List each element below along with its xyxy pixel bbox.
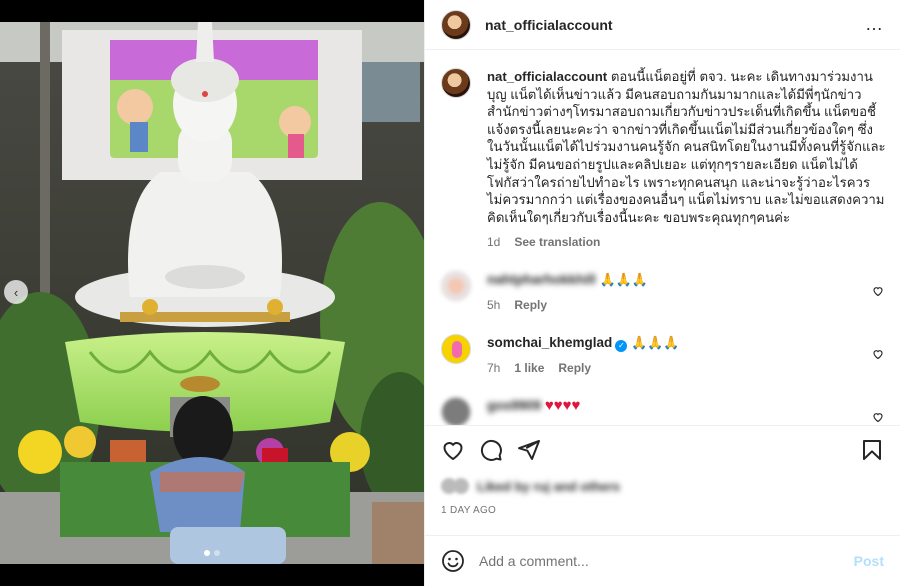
carousel-dot — [214, 550, 220, 556]
post-header: nat_officialaccount … — [425, 0, 900, 50]
comment-like-heart-icon[interactable] — [872, 411, 884, 423]
post-actions: Liked by ruj and others 1 DAY AGO — [425, 425, 900, 516]
commenter-avatar[interactable] — [441, 397, 471, 425]
author-avatar[interactable] — [441, 9, 471, 40]
comment-icon[interactable] — [479, 438, 503, 462]
comments-scroll-area[interactable]: nat_officialaccount ตอนนี้แน็ตอยู่ที่ ตจ… — [425, 50, 900, 425]
more-options-icon[interactable]: … — [865, 14, 884, 35]
add-comment-bar: Post — [425, 535, 900, 586]
caption-meta: 1d See translation — [487, 235, 887, 249]
post-photo-panel: ‹ — [0, 0, 424, 586]
carousel-dot-active — [204, 550, 210, 556]
like-heart-icon[interactable] — [441, 438, 465, 462]
comment-text: 🙏🙏🙏 — [631, 335, 680, 351]
comment-username[interactable]: somchai_khemglad — [487, 335, 612, 350]
caption-text: ตอนนี้แน็ตอยู่ที่ ตจว. นะคะ เดินทางมาร่ว… — [487, 69, 886, 225]
carousel-dots — [0, 550, 424, 556]
comment-like-heart-icon[interactable] — [872, 285, 884, 297]
action-icons-row — [441, 436, 884, 464]
comment-likes-count[interactable]: 1 like — [514, 361, 544, 375]
caption-username[interactable]: nat_officialaccount — [487, 69, 607, 84]
comment-time[interactable]: 5h — [487, 298, 500, 312]
author-username[interactable]: nat_officialaccount — [485, 17, 613, 33]
post-image[interactable] — [0, 22, 424, 564]
post-comment-button[interactable]: Post — [854, 553, 884, 569]
liker-avatar — [453, 478, 469, 494]
comment-item: somchai_khemglad ✓ 🙏🙏🙏 7h 1 like Reply — [441, 334, 884, 375]
instagram-post-modal: ‹ nat_officialaccount … nat_officialacco… — [0, 0, 900, 586]
reply-link[interactable]: Reply — [558, 361, 591, 375]
verified-badge-icon: ✓ — [615, 340, 628, 353]
comment-text-block: nahtpharhokkhill 🙏🙏🙏 — [487, 271, 847, 289]
caption-avatar[interactable] — [441, 68, 471, 98]
see-translation-link[interactable]: See translation — [514, 235, 600, 249]
commenter-avatar[interactable] — [441, 271, 471, 302]
comment-text-block: gos9909 ♥♥♥♥ — [487, 397, 847, 415]
reply-link[interactable]: Reply — [514, 298, 547, 312]
comment-like-heart-icon[interactable] — [872, 348, 884, 360]
post-timestamp[interactable]: 1 DAY AGO — [441, 505, 884, 516]
likes-text[interactable]: Liked by ruj and others — [477, 479, 620, 494]
caption: nat_officialaccount ตอนนี้แน็ตอยู่ที่ ตจ… — [441, 68, 887, 249]
likes-summary[interactable]: Liked by ruj and others — [441, 478, 884, 494]
bookmark-icon[interactable] — [860, 438, 884, 462]
caption-text-block: nat_officialaccount ตอนนี้แน็ตอยู่ที่ ตจ… — [487, 68, 887, 226]
temple-buddha-photo — [0, 22, 424, 564]
caption-time[interactable]: 1d — [487, 235, 500, 249]
add-comment-input[interactable] — [479, 553, 854, 569]
post-details-panel: nat_officialaccount … nat_officialaccoun… — [424, 0, 900, 586]
comment-item: gos9909 ♥♥♥♥ — [441, 397, 884, 425]
comment-username[interactable]: nahtpharhokkhill — [487, 272, 596, 287]
emoji-icon[interactable] — [441, 549, 465, 573]
comment-text: ♥♥♥♥ — [544, 397, 581, 415]
commenter-avatar[interactable] — [441, 334, 471, 365]
comment-meta: 5h Reply — [487, 298, 847, 312]
comment-item: nahtpharhokkhill 🙏🙏🙏 5h Reply — [441, 271, 884, 312]
comment-text-block: somchai_khemglad ✓ 🙏🙏🙏 — [487, 334, 847, 353]
comment-meta: 7h 1 like Reply — [487, 361, 847, 375]
comment-time[interactable]: 7h — [487, 361, 500, 375]
comment-username[interactable]: gos9909 — [487, 398, 541, 413]
previous-image-icon[interactable]: ‹ — [4, 280, 28, 304]
comment-text: 🙏🙏🙏 — [599, 272, 649, 288]
share-icon[interactable] — [517, 438, 541, 462]
